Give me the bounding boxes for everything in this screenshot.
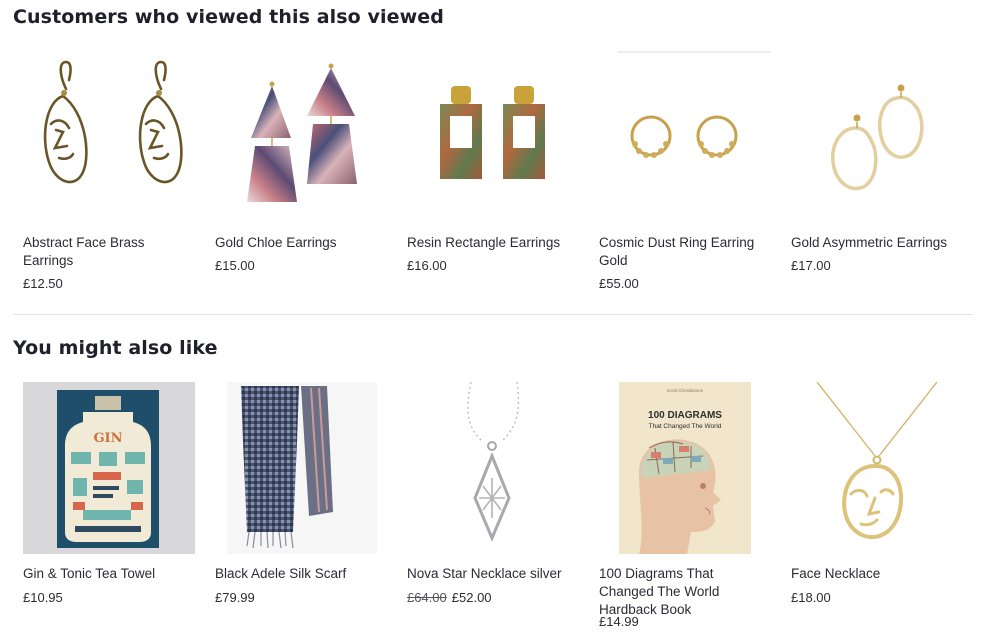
product-image[interactable] (407, 44, 579, 216)
product-card[interactable]: Scott Christianson 100 DIAGRAMS That Cha… (599, 382, 779, 642)
product-price: £79.99 (215, 590, 255, 605)
viewed-products-row: Abstract Face Brass Earrings £12.50 Gold… (23, 44, 983, 304)
product-name[interactable]: Resin Rectangle Earrings (407, 234, 579, 252)
product-card[interactable]: Cosmic Dust Ring Earring Gold £55.00 (599, 44, 779, 304)
product-card[interactable]: Abstract Face Brass Earrings £12.50 (23, 44, 203, 304)
product-name[interactable]: Gold Asymmetric Earrings (791, 234, 963, 252)
product-name[interactable]: Gold Chloe Earrings (215, 234, 387, 252)
viewed-section-title: Customers who viewed this also viewed (13, 6, 444, 28)
gin-label: GIN (93, 431, 122, 446)
product-card[interactable]: Black Adele Silk Scarf £79.99 (215, 382, 395, 642)
product-card[interactable]: Gold Chloe Earrings £15.00 (215, 44, 395, 304)
product-image[interactable]: Scott Christianson 100 DIAGRAMS That Cha… (599, 382, 771, 554)
like-section-title: You might also like (13, 337, 218, 359)
product-price: £16.00 (407, 258, 447, 273)
product-image[interactable] (215, 44, 387, 216)
product-name[interactable]: Gin & Tonic Tea Towel (23, 565, 195, 583)
product-card[interactable]: Gold Asymmetric Earrings £17.00 (791, 44, 971, 304)
product-price: £10.95 (23, 590, 63, 605)
product-price: £18.00 (791, 590, 831, 605)
book-author: Scott Christianson (667, 388, 704, 393)
product-image[interactable] (791, 382, 963, 554)
product-name[interactable]: Abstract Face Brass Earrings (23, 234, 195, 270)
product-card[interactable]: GIN Gin & Tonic Tea Towel £10.95 (23, 382, 203, 642)
product-image[interactable] (599, 44, 771, 216)
product-image[interactable]: GIN (23, 382, 195, 554)
original-price: £64.00 (407, 590, 447, 605)
product-name[interactable]: Face Necklace (791, 565, 963, 583)
product-image[interactable] (791, 44, 963, 216)
product-card[interactable]: Resin Rectangle Earrings £16.00 (407, 44, 587, 304)
book-title-line-2: That Changed The World (649, 423, 722, 430)
product-price: £64.00 £52.00 (407, 590, 492, 605)
product-price: £14.99 (599, 614, 639, 629)
product-price: £12.50 (23, 276, 63, 291)
product-price: £55.00 (599, 276, 639, 291)
product-price: £15.00 (215, 258, 255, 273)
product-name[interactable]: Cosmic Dust Ring Earring Gold (599, 234, 771, 270)
product-price: £17.00 (791, 258, 831, 273)
product-name[interactable]: 100 Diagrams That Changed The World Hard… (599, 565, 771, 619)
book-title-line-1: 100 DIAGRAMS (648, 410, 722, 421)
sale-price: £52.00 (451, 590, 492, 605)
product-image[interactable] (407, 382, 579, 554)
product-card[interactable]: Nova Star Necklace silver £64.00 £52.00 (407, 382, 587, 642)
section-divider (13, 314, 973, 315)
recommended-products-row: GIN Gin & Tonic Tea Towel £10.95 Black A… (23, 382, 983, 642)
product-image[interactable] (215, 382, 387, 554)
product-card[interactable]: Face Necklace £18.00 (791, 382, 971, 642)
product-name[interactable]: Nova Star Necklace silver (407, 565, 579, 583)
product-image[interactable] (23, 44, 195, 216)
product-name[interactable]: Black Adele Silk Scarf (215, 565, 387, 583)
